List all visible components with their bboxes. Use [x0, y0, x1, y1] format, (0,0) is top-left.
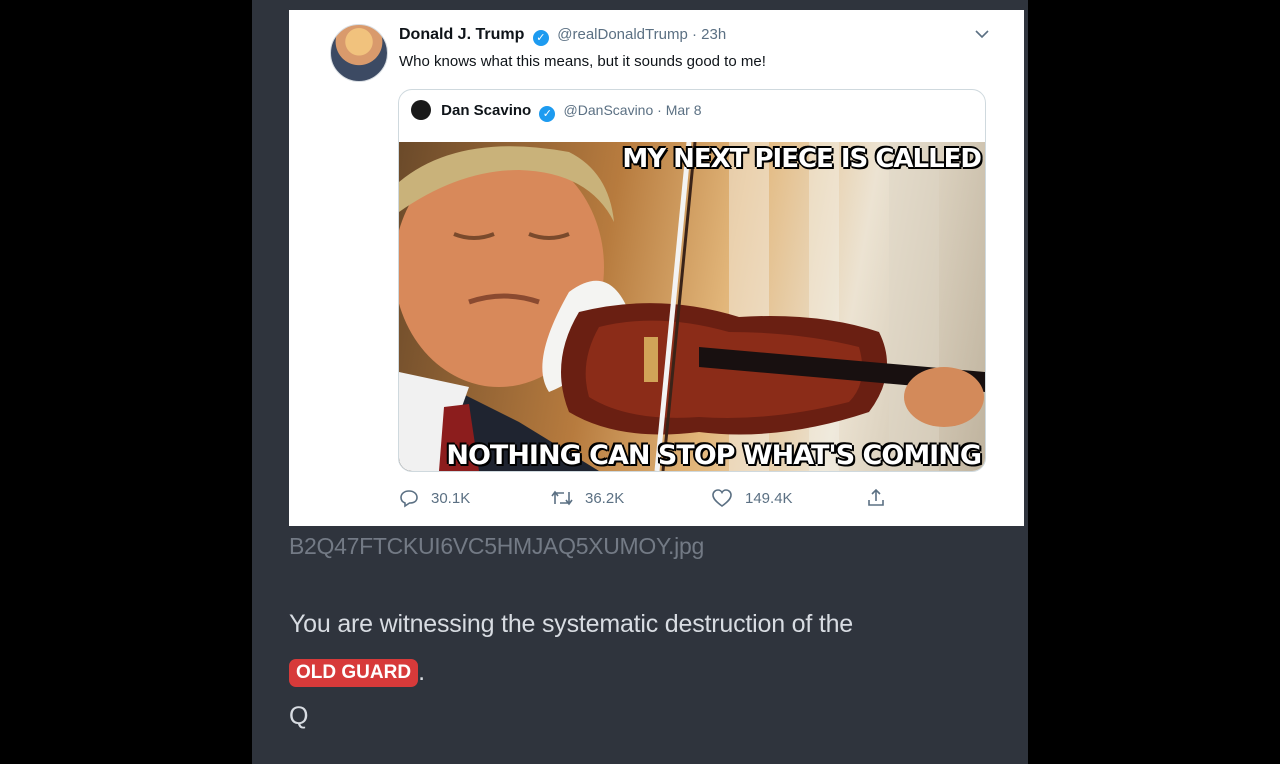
meme-illustration	[399, 142, 985, 471]
post-badge-line: OLD GUARD.	[289, 658, 425, 687]
share-button[interactable]	[866, 488, 886, 508]
like-count: 149.4K	[745, 489, 793, 507]
reply-button[interactable]: 30.1K	[399, 488, 470, 508]
reply-count: 30.1K	[431, 489, 471, 507]
badge-suffix: .	[418, 658, 426, 686]
heart-icon	[711, 488, 733, 508]
retweet-icon	[551, 488, 573, 508]
post-message-line: You are witnessing the systematic destru…	[289, 610, 853, 638]
tweet-actions: 30.1K 36.2K 149.4K	[399, 488, 899, 512]
quoted-author-name: Dan Scavino	[441, 102, 532, 119]
author-name: Donald J. Trump	[399, 26, 525, 43]
chevron-down-icon	[975, 26, 989, 42]
meme-top-caption: MY NEXT PIECE IS CALLED	[622, 144, 982, 174]
attachment-filename-link[interactable]: B2Q47FTCKUI6VC5HMJAQ5XUMOY.jpg	[289, 533, 704, 560]
tweet-header: Donald J. Trump ✓ @realDonaldTrump · 23h	[399, 26, 726, 46]
like-button[interactable]: 149.4K	[711, 488, 793, 508]
tweet-screenshot-image[interactable]: Donald J. Trump ✓ @realDonaldTrump · 23h…	[289, 10, 1024, 526]
old-guard-badge: OLD GUARD	[289, 659, 419, 687]
quoted-avatar	[411, 100, 431, 120]
quoted-author-handle: @DanScavino · Mar 8	[563, 102, 702, 118]
author-handle: @realDonaldTrump · 23h	[557, 26, 727, 43]
share-icon	[866, 488, 886, 508]
quoted-header: Dan Scavino ✓ @DanScavino · Mar 8	[411, 100, 701, 122]
post-signature: Q	[289, 702, 309, 730]
retweet-button[interactable]: 36.2K	[551, 488, 624, 508]
meme-image: MY NEXT PIECE IS CALLED NOTHING CAN STOP…	[399, 142, 985, 471]
verified-badge-icon: ✓	[532, 30, 549, 46]
reply-icon	[399, 488, 419, 508]
author-avatar	[330, 24, 388, 82]
verified-badge-icon: ✓	[539, 106, 556, 122]
tweet-text: Who knows what this means, but it sounds…	[399, 53, 766, 70]
meme-bottom-caption: NOTHING CAN STOP WHAT'S COMING	[446, 440, 982, 471]
quoted-tweet: Dan Scavino ✓ @DanScavino · Mar 8 MY NEX…	[398, 89, 986, 472]
retweet-count: 36.2K	[585, 489, 625, 507]
